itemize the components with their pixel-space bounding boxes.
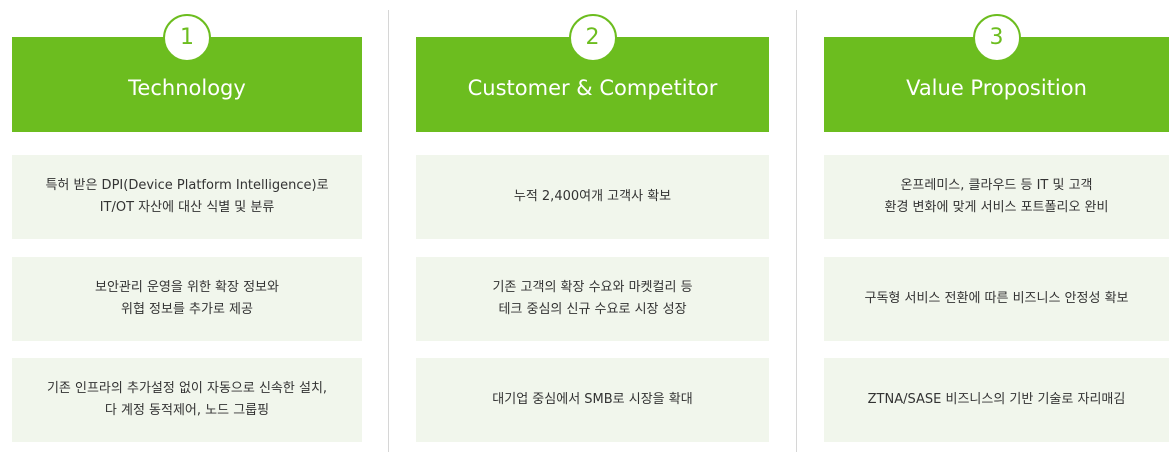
feature-card: 누적 2,400여개 고객사 확보 bbox=[416, 155, 769, 239]
feature-card: 기존 고객의 확장 수요와 마켓컬리 등 테크 중심의 신규 수요로 시장 성장 bbox=[416, 257, 769, 341]
column-title: Customer & Competitor bbox=[467, 76, 718, 100]
feature-card: 기존 인프라의 추가설정 없이 자동으로 신속한 설치, 다 계정 동적제어, … bbox=[12, 358, 362, 442]
step-number-badge: 1 bbox=[163, 14, 211, 62]
step-number-badge: 3 bbox=[972, 14, 1021, 62]
feature-card: 온프레미스, 클라우드 등 IT 및 고객 환경 변화에 맞게 서비스 포트폴리… bbox=[824, 155, 1169, 239]
column-value-proposition: Value Proposition 3 온프레미스, 클라우드 등 IT 및 고… bbox=[824, 0, 1169, 452]
feature-card: 대기업 중심에서 SMB로 시장을 확대 bbox=[416, 358, 769, 442]
feature-card: 구독형 서비스 전환에 따른 비즈니스 안정성 확보 bbox=[824, 257, 1169, 341]
column-divider bbox=[796, 10, 797, 452]
feature-card: 특허 받은 DPI(Device Platform Intelligence)로… bbox=[12, 155, 362, 239]
step-number-badge: 2 bbox=[568, 14, 617, 62]
column-technology: Technology 1 특허 받은 DPI(Device Platform I… bbox=[12, 0, 362, 452]
column-customer-competitor: Customer & Competitor 2 누적 2,400여개 고객사 확… bbox=[416, 0, 769, 452]
column-title: Technology bbox=[128, 76, 246, 100]
column-divider bbox=[388, 10, 389, 452]
column-title: Value Proposition bbox=[906, 76, 1087, 100]
feature-card: 보안관리 운영을 위한 확장 정보와 위협 정보를 추가로 제공 bbox=[12, 257, 362, 341]
feature-card: ZTNA/SASE 비즈니스의 기반 기술로 자리매김 bbox=[824, 358, 1169, 442]
